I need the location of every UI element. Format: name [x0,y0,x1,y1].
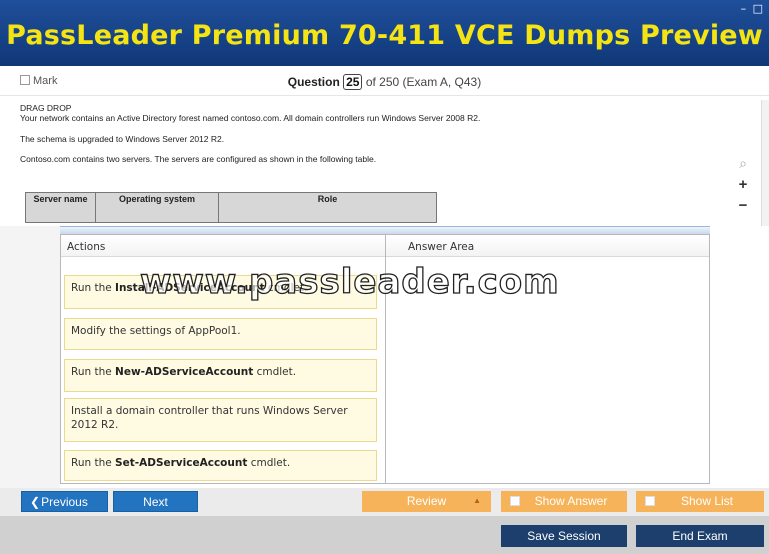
review-button[interactable]: Review ▲ [362,491,491,512]
question-text: DRAG DROP Your network contains an Activ… [20,103,740,165]
chevron-left-icon: ❮ [30,495,41,509]
col-header-operating-system: Operating system [95,192,219,223]
next-button[interactable]: Next [113,491,198,512]
question-counter: Question 25 of 250 (Exam A, Q43) [0,74,769,90]
drag-drop-box: Actions Run the Install-ADServiceAccount… [60,234,710,484]
answer-area[interactable]: Answer Area [386,235,709,483]
panel-margin [0,226,60,488]
actions-header: Actions [61,235,385,257]
maximize-icon[interactable]: □ [753,2,763,15]
question-of: of 250 (Exam A, Q43) [365,75,482,89]
action-item-set-adserviceaccount[interactable]: Run the Set-ADServiceAccount cmdlet. [64,450,377,481]
show-list-button[interactable]: Show List [636,491,764,512]
checkbox-icon [510,496,520,506]
action-item-modify-apppool1[interactable]: Modify the settings of AppPool1. [64,318,377,350]
save-session-button[interactable]: Save Session [501,525,627,547]
question-line-2: The schema is upgraded to Windows Server… [20,133,225,144]
window-controls: – □ [738,2,763,15]
col-header-role: Role [218,192,437,223]
navigation-bar: ❮ Previous Next Review ▲ Show Answer Sho… [0,488,769,516]
question-line-3: Contoso.com contains two servers. The se… [20,154,377,165]
actions-column: Actions Run the Install-ADServiceAccount… [61,235,386,483]
end-exam-button[interactable]: End Exam [636,525,764,547]
show-answer-label: Show Answer [534,494,608,508]
show-answer-button[interactable]: Show Answer [501,491,627,512]
checkbox-icon [645,496,655,506]
table-header-row: Server name Operating system Role [25,192,437,223]
answer-area-header: Answer Area [386,235,709,257]
question-scrollbar[interactable] [761,100,769,230]
magnifier-icon: ⌕ [739,155,747,171]
title-bar: PassLeader Premium 70-411 VCE Dumps Prev… [0,0,769,66]
question-number-input[interactable]: 25 [343,74,363,90]
review-label: Review [406,494,447,508]
col-header-server-name: Server name [25,192,96,223]
action-item-install-domain-controller[interactable]: Install a domain controller that runs Wi… [64,398,377,442]
previous-label: Previous [41,495,88,509]
question-label: Question [287,75,340,89]
minimize-icon[interactable]: – [741,2,747,15]
drag-drop-panel: Actions Run the Install-ADServiceAccount… [0,226,769,488]
server-table: Server name Operating system Role [25,192,437,223]
question-line-1: Your network contains an Active Director… [20,112,481,123]
panel-top-border [60,226,710,234]
next-label: Next [143,495,168,509]
action-item-new-adserviceaccount[interactable]: Run the New-ADServiceAccount cmdlet. [64,359,377,392]
bottom-bar: Save Session End Exam [0,516,769,554]
triangle-up-icon: ▲ [473,496,481,505]
show-list-label: Show List [680,494,734,508]
zoom-tools: ⌕ + − [733,155,753,214]
zoom-out-button[interactable]: − [733,197,753,214]
zoom-in-button[interactable]: + [733,176,753,193]
previous-button[interactable]: ❮ Previous [21,491,108,512]
action-item-install-adserviceaccount[interactable]: Run the Install-ADServiceAccount cmdlet. [64,275,377,309]
window-title: PassLeader Premium 70-411 VCE Dumps Prev… [6,20,763,51]
question-header: Mark Question 25 of 250 (Exam A, Q43) [0,66,769,96]
